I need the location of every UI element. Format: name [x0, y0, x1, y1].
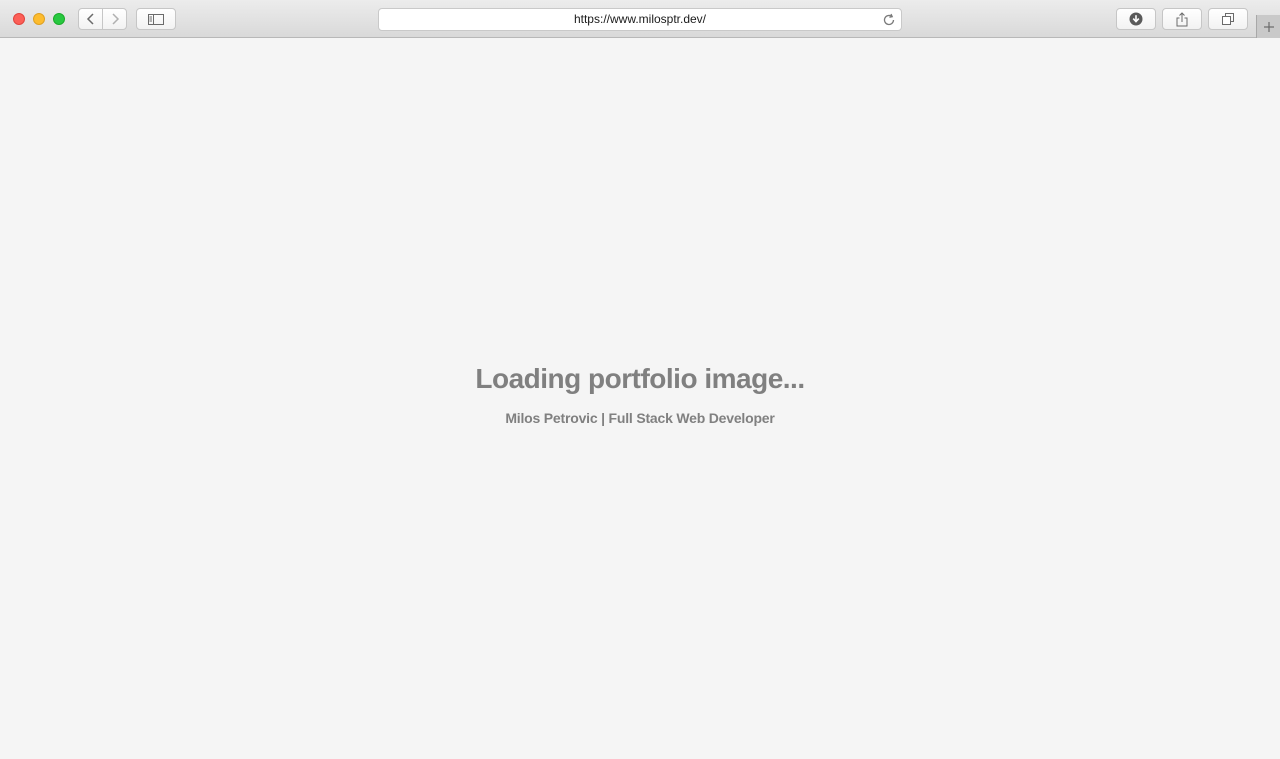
page-subtitle: Milos Petrovic | Full Stack Web Develope… [505, 410, 775, 426]
browser-toolbar: https://www.milosptr.dev/ [0, 0, 1280, 38]
window-maximize-button[interactable] [53, 13, 65, 25]
downloads-button[interactable] [1116, 8, 1156, 30]
share-button[interactable] [1162, 8, 1202, 30]
address-bar[interactable]: https://www.milosptr.dev/ [378, 8, 902, 31]
window-minimize-button[interactable] [33, 13, 45, 25]
forward-button[interactable] [102, 8, 127, 30]
new-tab-button[interactable] [1256, 15, 1280, 38]
tab-overview-button[interactable] [1208, 8, 1248, 30]
chevron-right-icon [111, 13, 119, 25]
sidebar-icon [148, 13, 164, 25]
download-icon [1129, 12, 1143, 26]
sidebar-toggle-button[interactable] [136, 8, 176, 30]
share-icon [1176, 11, 1188, 26]
back-button[interactable] [78, 8, 103, 30]
tabs-overview-icon [1222, 13, 1234, 25]
loading-message: Loading portfolio image... [475, 363, 805, 394]
url-text[interactable]: https://www.milosptr.dev/ [379, 12, 901, 27]
chevron-left-icon [86, 13, 94, 25]
reload-icon[interactable] [882, 13, 896, 27]
window-close-button[interactable] [13, 13, 25, 25]
page-content: Loading portfolio image... Milos Petrovi… [0, 38, 1280, 759]
browser-window: https://www.milosptr.dev/ Loading portfo… [0, 0, 1280, 759]
plus-icon [1263, 21, 1274, 32]
